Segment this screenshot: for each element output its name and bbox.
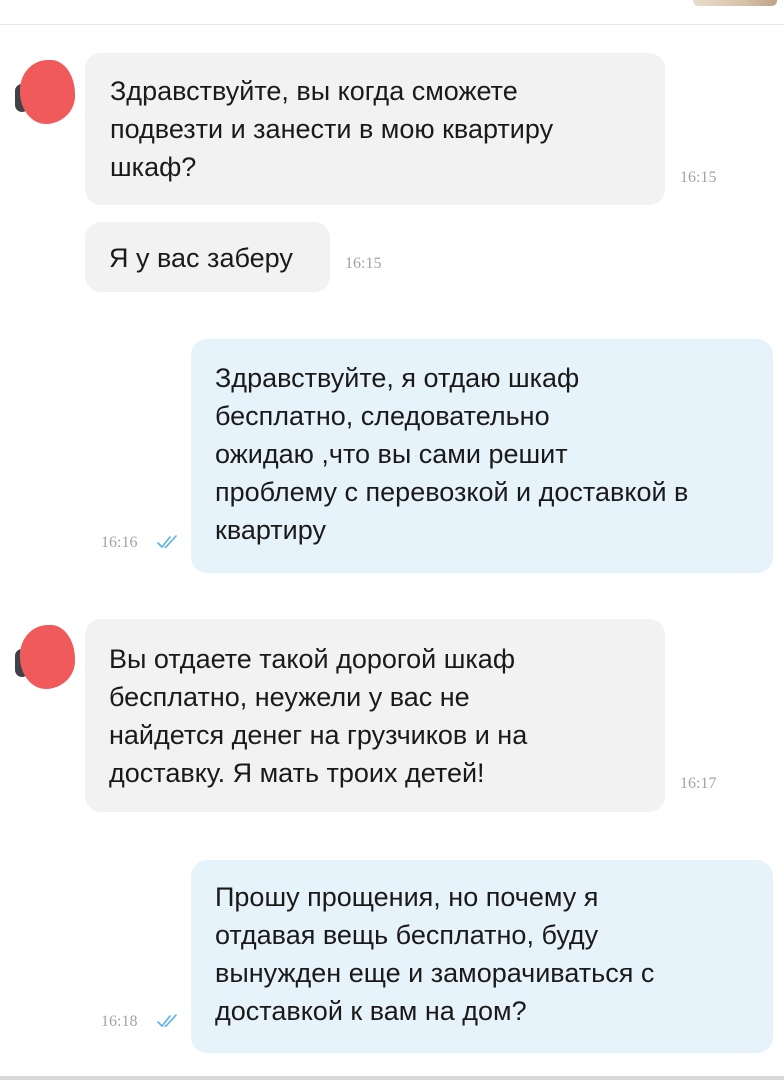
message-text: Вы отдаете такой дорогой шкаф бесплатно,… bbox=[109, 644, 528, 788]
message-text: Я у вас заберу bbox=[109, 243, 293, 273]
message-time: 16:15 bbox=[345, 255, 382, 272]
incoming-message-bubble[interactable]: Здравствуйте, вы когда сможете подвезти … bbox=[85, 53, 716, 205]
message-text: Здравствуйте, вы когда сможете подвезти … bbox=[110, 76, 554, 182]
header-divider bbox=[0, 24, 784, 25]
sender-avatar-redacted[interactable] bbox=[13, 60, 75, 124]
message-time: 16:15 bbox=[680, 169, 717, 186]
double-check-icon bbox=[157, 535, 177, 548]
outgoing-message-bubble[interactable]: Здравствуйте, я отдаю шкаф бесплатно, сл… bbox=[191, 339, 773, 573]
bottom-divider bbox=[0, 1076, 784, 1080]
message-time: 16:16 bbox=[101, 534, 138, 551]
double-check-icon bbox=[157, 1014, 177, 1027]
outgoing-message-bubble[interactable]: Прошу прощения, но почему я отдавая вещь… bbox=[191, 860, 773, 1053]
header-thumbnail[interactable] bbox=[693, 0, 777, 6]
message-text: Прошу прощения, но почему я отдавая вещь… bbox=[215, 882, 655, 1026]
message-text: Здравствуйте, я отдаю шкаф бесплатно, сл… bbox=[215, 363, 689, 545]
message-time: 16:18 bbox=[101, 1013, 138, 1030]
incoming-message-bubble[interactable]: Я у вас заберу 16:15 bbox=[85, 222, 381, 292]
sender-avatar-redacted[interactable] bbox=[13, 625, 75, 689]
incoming-message-bubble[interactable]: Вы отдаете такой дорогой шкаф бесплатно,… bbox=[85, 619, 716, 812]
message-time: 16:17 bbox=[680, 775, 717, 792]
